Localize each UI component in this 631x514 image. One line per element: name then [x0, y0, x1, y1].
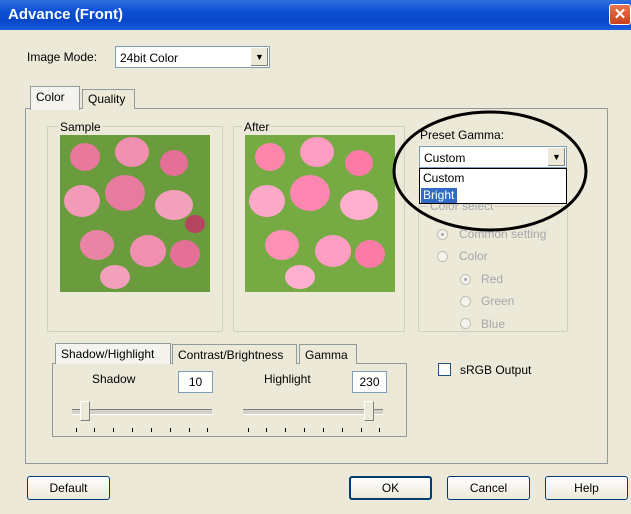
window-title: Advance (Front)	[8, 6, 124, 23]
highlight-slider-thumb[interactable]	[364, 401, 374, 421]
help-button[interactable]: Help	[545, 476, 628, 500]
tab-gamma[interactable]: Gamma	[299, 344, 357, 364]
image-mode-select[interactable]: 24bit Color ▼	[115, 46, 270, 68]
image-mode-label: Image Mode:	[27, 50, 98, 64]
shadow-slider-ticks	[76, 428, 208, 434]
shadow-label: Shadow	[92, 372, 136, 386]
shadow-slider-track[interactable]	[72, 409, 212, 415]
blue-label: Blue	[481, 317, 506, 331]
shadow-value-field[interactable]: 10	[178, 371, 213, 393]
highlight-slider-track[interactable]	[243, 409, 383, 415]
green-radio[interactable]	[460, 296, 471, 307]
ok-button[interactable]: OK	[349, 476, 432, 500]
tab-contrast-brightness-label: Contrast/Brightness	[178, 348, 284, 362]
close-button[interactable]: ✕	[609, 4, 631, 25]
tab-gamma-label: Gamma	[305, 348, 348, 362]
srgb-output-label: sRGB Output	[460, 363, 532, 377]
sample-label: Sample	[58, 120, 103, 134]
after-label: After	[242, 120, 272, 134]
color-label: Color	[459, 249, 488, 263]
tab-quality-label: Quality	[88, 92, 126, 106]
image-mode-value: 24bit Color	[120, 51, 179, 65]
highlight-value-field[interactable]: 230	[352, 371, 387, 393]
highlight-slider-ticks	[248, 428, 380, 434]
sample-image	[60, 135, 210, 292]
close-icon: ✕	[613, 6, 627, 23]
dialog-window: Advance (Front) ✕ Image Mode: 24bit Colo…	[0, 0, 631, 514]
red-label: Red	[481, 272, 504, 286]
color-radio[interactable]	[437, 251, 448, 262]
title-bar[interactable]: Advance (Front) ✕	[0, 0, 631, 30]
highlight-label: Highlight	[264, 372, 311, 386]
tab-contrast-brightness[interactable]: Contrast/Brightness	[172, 344, 297, 364]
tab-shadow-highlight-label: Shadow/Highlight	[61, 347, 155, 361]
highlight-circle	[392, 110, 588, 232]
tab-quality[interactable]: Quality	[82, 89, 135, 109]
red-radio[interactable]	[460, 274, 471, 285]
tab-color[interactable]: Color	[30, 86, 80, 110]
default-button[interactable]: Default	[27, 476, 110, 500]
after-image	[245, 135, 395, 292]
shadow-slider-thumb[interactable]	[80, 401, 90, 421]
green-label: Green	[481, 294, 515, 308]
tab-color-label: Color	[36, 90, 65, 104]
srgb-output-checkbox[interactable]	[438, 363, 451, 376]
cancel-button[interactable]: Cancel	[447, 476, 530, 500]
chevron-down-icon[interactable]: ▼	[250, 48, 268, 66]
blue-radio[interactable]	[460, 318, 471, 329]
tab-shadow-highlight[interactable]: Shadow/Highlight	[55, 343, 171, 364]
